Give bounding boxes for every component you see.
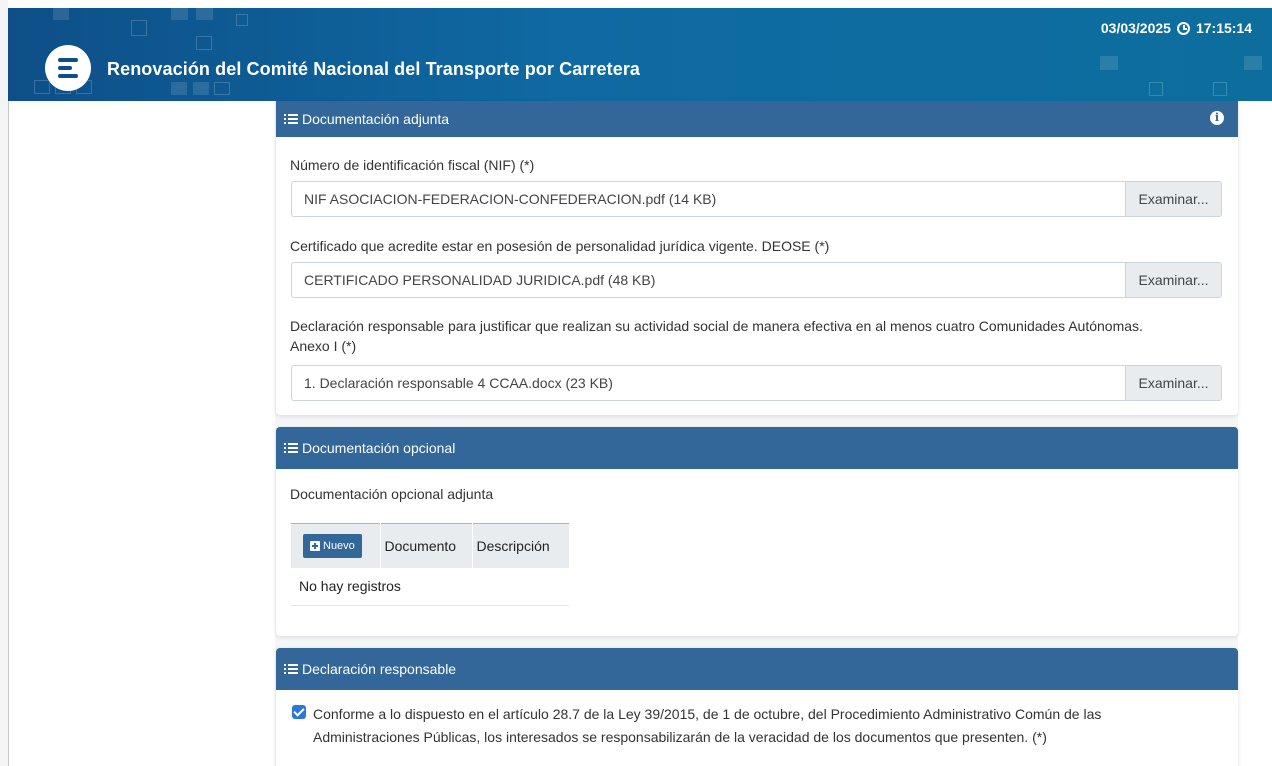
declaration-file-name: 1. Declaración responsable 4 CCAA.docx (… <box>304 375 613 391</box>
declaration-browse-button[interactable]: Examinar... <box>1125 366 1221 400</box>
optional-docs-header: Documentación opcional <box>276 427 1238 469</box>
column-header-description[interactable]: Descripción <box>472 523 569 568</box>
decor-square <box>53 8 69 20</box>
new-document-button[interactable]: Nuevo <box>303 533 362 558</box>
list-icon <box>284 114 298 124</box>
decor-square <box>193 82 209 95</box>
plus-icon <box>310 540 320 551</box>
declaration-file-label: Declaración responsable para justificar … <box>276 316 1216 356</box>
app-title: Renovación del Comité Nacional del Trans… <box>107 59 641 79</box>
decor-square <box>1100 56 1118 70</box>
header-time: 17:15:14 <box>1195 20 1252 36</box>
app-logo-icon[interactable] <box>45 45 91 91</box>
decor-square <box>196 36 212 50</box>
left-panel <box>9 101 275 766</box>
column-header-document[interactable]: Documento <box>380 523 473 568</box>
decor-square <box>1149 82 1163 96</box>
app-header: Renovación del Comité Nacional del Trans… <box>8 0 1272 101</box>
declaration-text: Conforme a lo dispuesto en el artículo 2… <box>313 706 1102 745</box>
declaration-checkbox[interactable] <box>292 705 306 719</box>
clock-icon <box>1176 21 1190 35</box>
optional-docs-card: Documentación opcional Documentación opc… <box>276 427 1238 636</box>
decor-square <box>34 80 50 94</box>
decor-square <box>171 82 187 95</box>
declaration-header: Declaración responsable <box>276 648 1238 690</box>
declaration-file-input[interactable]: 1. Declaración responsable 4 CCAA.docx (… <box>291 365 1222 401</box>
decor-square <box>196 8 213 20</box>
optional-docs-subtitle: Documentación opcional adjunta <box>290 486 494 502</box>
header-date: 03/03/2025 <box>1100 20 1171 36</box>
declaration-file-label-line1: Declaración responsable para justificar … <box>290 318 1143 334</box>
nif-label: Número de identificación fiscal (NIF) (*… <box>290 157 535 173</box>
decor-square <box>1213 82 1227 96</box>
table-header-actions: Nuevo <box>291 523 381 568</box>
nif-browse-button[interactable]: Examinar... <box>1125 182 1221 216</box>
decor-square <box>171 8 188 20</box>
certificate-file-input[interactable]: CERTIFICADO PERSONALIDAD JURIDICA.pdf (4… <box>291 262 1222 298</box>
table-header-row: Nuevo Documento Descripción <box>291 523 569 568</box>
decor-square <box>214 82 230 95</box>
declaration-title: Declaración responsable <box>302 661 457 677</box>
certificate-file-name: CERTIFICADO PERSONALIDAD JURIDICA.pdf (4… <box>304 272 656 288</box>
left-border <box>8 101 9 766</box>
table-row: No hay registros <box>291 567 569 606</box>
certificate-label: Certificado que acredite estar en posesi… <box>290 238 830 254</box>
certificate-browse-button[interactable]: Examinar... <box>1125 263 1221 297</box>
header-datetime: 03/03/2025 17:15:14 <box>1101 20 1252 36</box>
list-icon <box>284 443 298 453</box>
declaration-card: Declaración responsable Conforme a lo di… <box>276 648 1238 766</box>
nif-file-input[interactable]: NIF ASOCIACION-FEDERACION-CONFEDERACION.… <box>291 181 1222 217</box>
optional-docs-table: Nuevo Documento Descripción No hay regis… <box>291 523 569 606</box>
decor-square <box>131 20 147 36</box>
right-panel <box>1238 101 1272 766</box>
new-document-label: Nuevo <box>323 539 355 552</box>
declaration-file-label-line2: Anexo I (*) <box>290 338 357 354</box>
info-icon[interactable]: i <box>1210 111 1224 125</box>
optional-docs-title: Documentación opcional <box>302 440 456 456</box>
list-icon <box>284 664 298 674</box>
decor-square <box>236 14 248 26</box>
nif-file-name: NIF ASOCIACION-FEDERACION-CONFEDERACION.… <box>304 191 717 207</box>
decor-square <box>1244 56 1262 70</box>
attached-docs-card: Documentación adjunta i Número de identi… <box>276 101 1238 415</box>
empty-message: No hay registros <box>291 567 569 606</box>
attached-docs-title: Documentación adjunta <box>302 111 450 127</box>
attached-docs-header: Documentación adjunta i <box>276 101 1238 137</box>
